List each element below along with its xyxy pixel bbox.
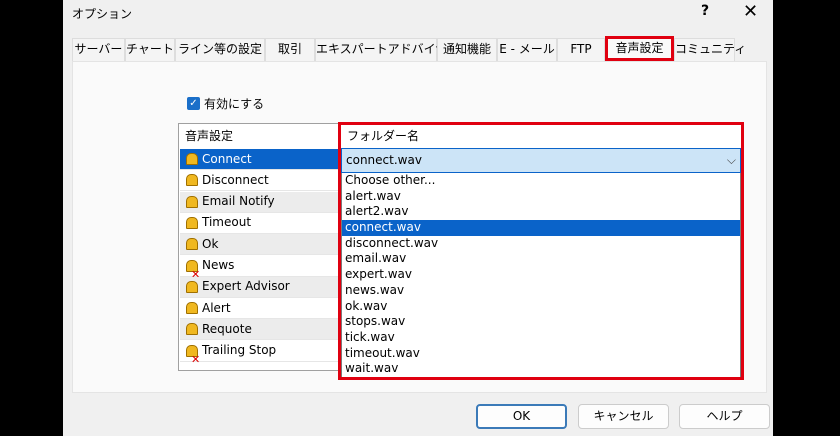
bell-icon — [184, 195, 198, 209]
checkbox-checked-icon[interactable]: ✓ — [187, 97, 200, 110]
tab-3[interactable]: 取引 — [265, 38, 315, 61]
event-row[interactable]: ✕ News — [180, 256, 338, 281]
bell-icon — [184, 173, 198, 187]
column-header-event[interactable]: 音声設定 — [179, 124, 339, 149]
bell-disabled-icon: ✕ — [184, 344, 200, 366]
event-name: Expert Advisor — [202, 279, 290, 294]
bell-icon — [184, 152, 198, 166]
event-name: Connect — [202, 151, 252, 166]
tab-7[interactable]: FTP — [557, 38, 605, 61]
tab-6[interactable]: E - メール — [497, 38, 557, 61]
help-button[interactable]: ヘルプ — [679, 404, 770, 429]
event-row[interactable]: Timeout — [180, 213, 338, 234]
event-name: Email Notify — [202, 194, 275, 209]
bell-icon — [184, 237, 198, 251]
tab-9[interactable]: コミュニティ — [674, 38, 746, 61]
event-name: News — [202, 258, 235, 272]
window-title: オプション — [72, 7, 133, 21]
event-name: Alert — [202, 300, 231, 315]
event-row[interactable]: Connect — [180, 149, 338, 170]
close-icon[interactable]: ✕ — [743, 1, 758, 22]
bell-icon — [184, 322, 198, 336]
event-row[interactable]: ✕ Trailing Stop — [180, 341, 338, 366]
enable-label: 有効にする — [204, 97, 265, 111]
enable-checkbox[interactable]: ✓ 有効にする — [187, 95, 264, 112]
event-name: Ok — [202, 236, 219, 251]
event-row[interactable]: Alert — [180, 298, 338, 320]
tab-1[interactable]: チャート — [125, 38, 175, 61]
tab-5[interactable]: 通知機能 — [437, 38, 497, 61]
tab-0[interactable]: サーバー — [72, 38, 125, 61]
event-row[interactable]: Expert Advisor — [180, 276, 338, 298]
highlight-box — [338, 122, 744, 380]
event-row[interactable]: Ok — [180, 234, 338, 256]
event-name: Timeout — [202, 215, 252, 230]
tab-2[interactable]: ライン等の設定 — [175, 38, 265, 61]
event-name: Disconnect — [202, 172, 269, 187]
tab-4[interactable]: エキスパートアドバイザ — [315, 38, 448, 61]
ok-button[interactable]: OK — [476, 404, 567, 429]
cancel-button[interactable]: キャンセル — [578, 404, 669, 429]
help-icon[interactable]: ? — [701, 3, 709, 19]
event-row[interactable]: Disconnect — [180, 170, 338, 192]
tab-8[interactable]: 音声設定 — [605, 36, 674, 61]
event-name: Trailing Stop — [202, 343, 277, 358]
bell-icon — [184, 280, 198, 294]
event-row[interactable]: Email Notify — [180, 191, 338, 213]
bell-icon — [184, 216, 198, 230]
bell-icon — [184, 301, 198, 315]
event-row[interactable]: Requote — [180, 319, 338, 341]
bell-disabled-icon: ✕ — [184, 259, 200, 281]
event-name: Requote — [202, 321, 252, 336]
